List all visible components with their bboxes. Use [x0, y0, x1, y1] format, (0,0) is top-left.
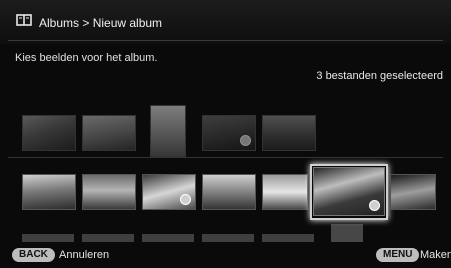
image-thumbnail[interactable]: [22, 174, 76, 210]
selected-check-icon: [240, 135, 251, 146]
create-label[interactable]: Maken: [420, 249, 451, 261]
image-thumbnail[interactable]: [82, 234, 134, 242]
image-thumbnail[interactable]: [142, 234, 194, 242]
image-thumbnail[interactable]: [202, 234, 254, 242]
selected-thumbnail[interactable]: [262, 115, 316, 151]
footer-bar: BACK Annuleren MENU Maken: [0, 243, 451, 268]
row-divider: [8, 157, 443, 158]
menu-button[interactable]: MENU: [376, 248, 420, 262]
image-thumbnail[interactable]: [22, 234, 74, 242]
header-divider: [8, 40, 443, 41]
image-thumbnail[interactable]: [262, 174, 308, 210]
image-thumbnail[interactable]: [142, 174, 196, 210]
selection-cursor: [310, 164, 388, 220]
selected-thumbnail[interactable]: [82, 115, 136, 151]
selected-thumbnail[interactable]: [202, 115, 256, 151]
header-bar: Albums > Nieuw album: [0, 0, 451, 44]
cancel-label[interactable]: Annuleren: [59, 249, 109, 261]
image-thumbnail[interactable]: [202, 174, 256, 210]
selected-thumbnail[interactable]: [150, 105, 186, 157]
selection-count: 3 bestanden geselecteerd: [316, 70, 443, 82]
breadcrumb: Albums > Nieuw album: [39, 16, 163, 30]
image-thumbnail[interactable]: [390, 174, 436, 210]
back-button[interactable]: BACK: [12, 248, 55, 262]
image-thumbnail[interactable]: [262, 234, 314, 242]
instruction-text: Kies beelden voor het album.: [15, 52, 158, 64]
selected-thumbnail[interactable]: [22, 115, 76, 151]
selected-check-icon: [180, 194, 191, 205]
album-book-icon: [16, 14, 32, 26]
image-thumbnail[interactable]: [82, 174, 136, 210]
image-thumbnail[interactable]: [331, 224, 363, 242]
